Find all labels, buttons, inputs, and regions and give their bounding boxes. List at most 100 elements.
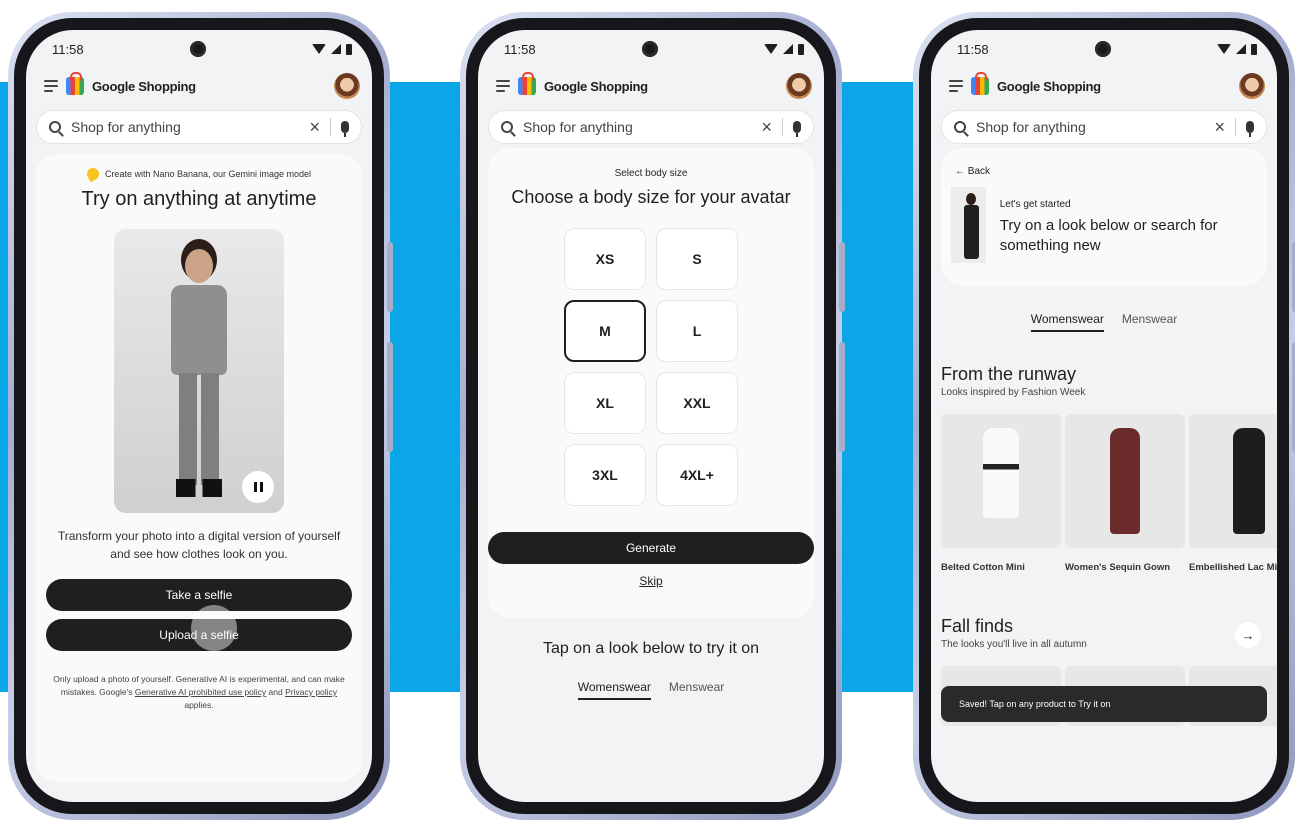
size-option-selected[interactable]: M <box>564 300 646 362</box>
phone-1: 11:58 Google Shopping Shop for anything … <box>8 12 393 820</box>
size-option[interactable]: XL <box>564 372 646 434</box>
shopping-bag-logo-icon <box>971 72 989 95</box>
body-size-card: Select body size Choose a body size for … <box>488 148 814 618</box>
avatar[interactable] <box>334 73 360 99</box>
menu-icon[interactable] <box>949 80 963 92</box>
app-bar: Google Shopping <box>931 68 1277 104</box>
product-card[interactable]: Belted Cotton Mini <box>941 414 1061 574</box>
side-button <box>387 342 393 452</box>
search-input[interactable]: Shop for anything <box>976 119 1204 135</box>
section-subtitle: Looks inspired by Fashion Week <box>941 387 1086 398</box>
close-icon[interactable]: × <box>1214 117 1225 138</box>
tab-menswear[interactable]: Menswear <box>1122 312 1177 332</box>
mic-icon[interactable] <box>341 121 349 137</box>
status-bar: 11:58 <box>931 30 1277 68</box>
brand-title: Google Shopping <box>544 78 648 94</box>
tab-womenswear[interactable]: Womenswear <box>1030 312 1104 332</box>
divider <box>1235 118 1236 136</box>
mic-icon[interactable] <box>793 121 801 137</box>
dress-shape <box>1233 428 1265 534</box>
try-on-card: Create with Nano Banana, our Gemini imag… <box>36 154 362 782</box>
size-option[interactable]: 4XL+ <box>656 444 738 506</box>
size-option[interactable]: XXL <box>656 372 738 434</box>
wifi-icon <box>311 44 326 54</box>
description: Transform your photo into a digital vers… <box>57 529 341 561</box>
status-time: 11:58 <box>52 41 84 57</box>
battery-icon <box>1250 43 1257 55</box>
divider <box>330 118 331 136</box>
battery-icon <box>345 43 352 55</box>
brand-title: Google Shopping <box>92 78 196 94</box>
side-button <box>839 242 845 312</box>
close-icon[interactable]: × <box>309 117 320 138</box>
privacy-policy-link[interactable]: Privacy policy <box>285 687 337 697</box>
section-title: Fall finds <box>941 616 1014 636</box>
nano-banana-banner: Create with Nano Banana, our Gemini imag… <box>36 165 362 183</box>
arrow-right-icon[interactable]: → <box>1235 622 1261 648</box>
product-card[interactable]: Embellished Lac Midi <box>1189 414 1277 574</box>
side-button <box>839 342 845 452</box>
start-pre: Let's get started <box>999 199 1071 210</box>
status-time: 11:58 <box>504 41 536 57</box>
tap-instruction: Tap on a look below to try it on <box>542 640 760 657</box>
search-bar[interactable]: Shop for anything × <box>488 110 814 144</box>
wifi-icon <box>763 44 778 54</box>
tab-womenswear[interactable]: Womenswear <box>577 680 651 700</box>
brand-title: Google Shopping <box>997 78 1101 94</box>
avatar[interactable] <box>1239 73 1265 99</box>
arrow-left-icon: ← <box>955 166 965 177</box>
camera-icon <box>189 41 206 57</box>
start-row: Let's get started Try on a look below or… <box>951 187 1267 263</box>
search-input[interactable]: Shop for anything <box>523 119 751 135</box>
phone-3: 11:58 Google Shopping Shop for anything … <box>913 12 1295 820</box>
menu-icon[interactable] <box>496 80 510 92</box>
pause-icon[interactable] <box>242 471 274 503</box>
product-image <box>1065 414 1185 548</box>
size-option[interactable]: 3XL <box>564 444 646 506</box>
mic-icon[interactable] <box>1246 121 1254 137</box>
category-tabs: Womenswear Menswear <box>478 680 824 700</box>
camera-icon <box>1094 41 1111 57</box>
signal-icon <box>330 44 341 54</box>
size-option[interactable]: XS <box>564 228 646 290</box>
product-carousel: Belted Cotton Mini Women's Sequin Gown E… <box>941 414 1277 574</box>
search-bar[interactable]: Shop for anything × <box>36 110 362 144</box>
size-grid: XS S M L XL XXL 3XL 4XL+ <box>488 228 814 506</box>
close-icon[interactable]: × <box>761 117 772 138</box>
app-bar: Google Shopping <box>478 68 824 104</box>
product-image <box>941 414 1061 548</box>
size-option[interactable]: L <box>656 300 738 362</box>
product-card[interactable]: Women's Sequin Gown <box>1065 414 1185 574</box>
side-button <box>387 242 393 312</box>
fall-section-header: Fall finds The looks you'll live in all … <box>941 616 1087 650</box>
product-name: Belted Cotton Mini <box>941 562 1025 573</box>
search-bar[interactable]: Shop for anything × <box>941 110 1267 144</box>
avatar[interactable] <box>786 73 812 99</box>
divider <box>782 118 783 136</box>
camera-icon <box>641 41 658 57</box>
signal-icon <box>1235 44 1246 54</box>
page-title: Try on anything at anytime <box>81 188 317 210</box>
product-image <box>1189 414 1277 548</box>
skip-link[interactable]: Skip <box>488 574 814 588</box>
menu-icon[interactable] <box>44 80 58 92</box>
banana-icon <box>84 165 102 183</box>
take-selfie-button[interactable]: Take a selfie <box>46 579 352 611</box>
product-name: Embellished Lac Midi <box>1189 562 1277 573</box>
status-bar: 11:58 <box>478 30 824 68</box>
search-input[interactable]: Shop for anything <box>71 119 299 135</box>
back-button[interactable]: ← Back <box>955 166 1267 177</box>
upload-selfie-button[interactable]: Upload a selfie <box>46 605 352 651</box>
generate-button[interactable]: Generate <box>488 532 814 564</box>
legal-suffix: applies. <box>184 700 214 710</box>
page-title: Choose a body size for your avatar <box>511 187 791 207</box>
model-trousers <box>179 373 219 485</box>
tab-menswear[interactable]: Menswear <box>669 680 724 700</box>
step-label: Select body size <box>614 168 688 179</box>
section-title: From the runway <box>941 364 1077 384</box>
prohibited-use-policy-link[interactable]: Generative AI prohibited use policy <box>135 687 266 697</box>
screen: 11:58 Google Shopping Shop for anything … <box>26 30 372 802</box>
size-option[interactable]: S <box>656 228 738 290</box>
signal-icon <box>782 44 793 54</box>
avatar-thumbnail <box>951 187 986 263</box>
